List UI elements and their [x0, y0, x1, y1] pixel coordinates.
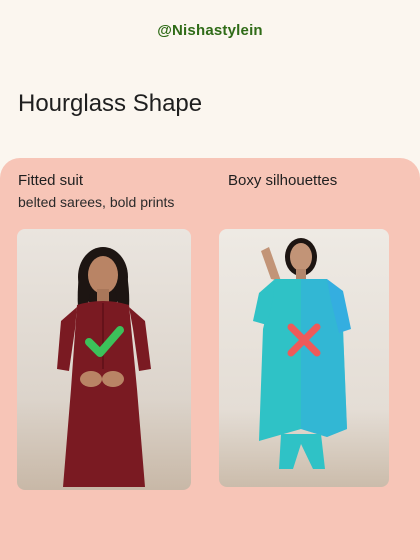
dont-label: Boxy silhouettes [228, 172, 338, 189]
teal-kurta-illustration [253, 238, 351, 469]
page-title: Hourglass Shape [18, 90, 203, 117]
do-sublabel: belted sarees, bold prints [18, 194, 175, 210]
maroon-kurta-illustration [57, 247, 151, 487]
woman-teal-boxy-kurta-photo [219, 229, 389, 487]
account-handle: @Nishastylein [157, 22, 263, 39]
do-label: Fitted suit [18, 172, 84, 189]
woman-maroon-fitted-kurta-photo [17, 229, 191, 490]
